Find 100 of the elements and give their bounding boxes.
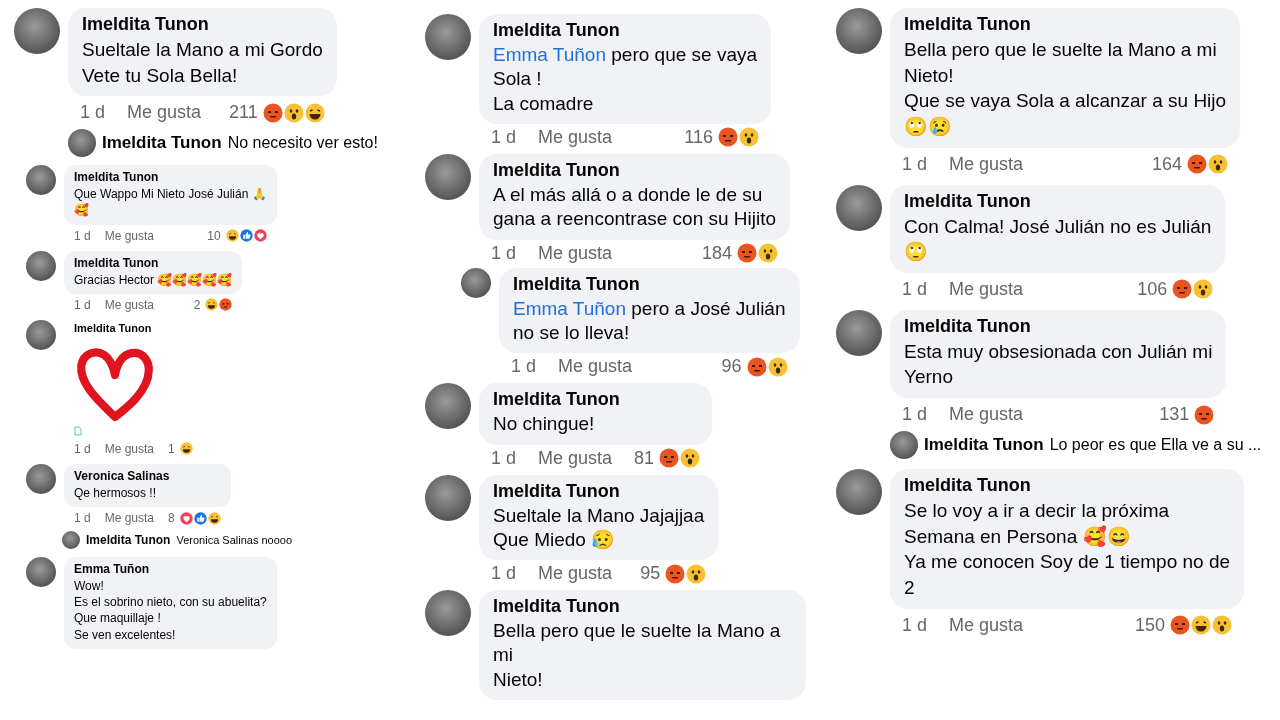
mention-link[interactable]: Emma Tuñon <box>493 44 606 65</box>
timestamp: 1 d <box>74 511 91 526</box>
profile-photo[interactable] <box>836 8 882 54</box>
commenter-name[interactable]: Imeldita Tunon <box>904 14 1227 35</box>
like-link[interactable]: Me gusta <box>558 356 633 378</box>
comment-text: Con Calma! José Julián no es Julián 🙄 <box>904 214 1212 265</box>
like-link[interactable]: Me gusta <box>949 153 1024 175</box>
commenter-name[interactable]: Imeldita Tunon <box>513 273 786 295</box>
like-link[interactable]: Me gusta <box>104 441 155 456</box>
reply-text: Veronica Salinas noooo <box>176 534 293 547</box>
angry-face-icon <box>659 448 680 468</box>
angry-face-icon <box>737 243 758 264</box>
commenter-name[interactable]: Imeldita Tunon <box>904 190 1212 212</box>
comment-text: Emma Tuñon pero a José Julián no se lo lleva! <box>513 296 786 345</box>
mention-link[interactable]: Emma Tuñon <box>513 297 626 319</box>
profile-photo[interactable] <box>425 383 471 430</box>
profile-photo[interactable] <box>26 165 56 196</box>
comment-text: Qe hermosos !! <box>74 484 158 502</box>
like-link[interactable]: Me gusta <box>538 447 613 469</box>
like-link[interactable]: Me gusta <box>104 228 155 243</box>
angry-face-icon <box>746 356 767 377</box>
comment-text: No chingue! <box>493 412 596 437</box>
like-link[interactable]: Me gusta <box>538 242 613 264</box>
reaction-count: 131 <box>1159 404 1190 426</box>
surprised-face-icon <box>758 243 779 264</box>
profile-photo[interactable] <box>425 14 471 60</box>
commenter-name[interactable]: Imeldita Tunon <box>904 475 1231 497</box>
commenter-name[interactable]: Imeldita Tunon <box>493 20 758 41</box>
profile-photo[interactable] <box>425 590 471 637</box>
timestamp: 1 d <box>902 614 928 636</box>
laughing-face-icon <box>205 298 219 312</box>
surprised-face-icon <box>686 563 707 584</box>
thumbs-up-icon <box>239 229 253 243</box>
angry-face-icon <box>1187 154 1208 175</box>
commenter-name[interactable]: Imeldita Tunon <box>82 14 323 35</box>
like-link[interactable]: Me gusta <box>127 102 202 124</box>
commenter-name[interactable]: Imeldita Tunon <box>904 315 1213 337</box>
timestamp: 1 d <box>80 102 106 124</box>
commenter-name[interactable]: Imeldita Tunon <box>74 321 152 334</box>
comment-text: Gracias Hector 🥰🥰🥰🥰🥰 <box>74 271 233 288</box>
like-link[interactable]: Me gusta <box>104 297 155 312</box>
like-link[interactable]: Me gusta <box>949 614 1024 636</box>
like-link[interactable]: Me gusta <box>538 563 613 585</box>
reaction-count: 96 <box>721 356 742 378</box>
surprised-face-icon <box>739 127 760 148</box>
profile-photo[interactable] <box>26 463 56 494</box>
commenter-name[interactable]: Imeldita Tunon <box>493 389 699 411</box>
comment-text: Bella pero que le suelte la Mano a mi Nieto! <box>493 619 782 692</box>
angry-face-icon <box>718 127 739 148</box>
commenter-name[interactable]: Veronica Salinas <box>74 468 221 483</box>
angry-face-icon <box>1172 279 1193 300</box>
timestamp: 1 d <box>491 126 517 148</box>
angry-face-icon <box>1194 404 1215 425</box>
reaction-count: 10 <box>207 228 221 243</box>
comment-text: Emma Tuñon pero que se vaya Sola ! La comadre <box>493 43 758 116</box>
surprised-face-icon <box>767 356 788 377</box>
reaction-count: 164 <box>1152 153 1183 175</box>
commenter-name[interactable]: Imeldita Tunon <box>102 133 222 154</box>
commenter-name[interactable]: Imeldita Tunon <box>924 435 1044 456</box>
profile-photo[interactable] <box>461 267 491 298</box>
profile-photo[interactable] <box>836 469 882 516</box>
commenter-name[interactable]: Imeldita Tunon <box>493 480 705 502</box>
surprised-face-icon <box>283 102 304 123</box>
commenter-name[interactable]: Imeldita Tunon <box>74 170 267 185</box>
timestamp: 1 d <box>491 563 517 585</box>
profile-photo[interactable] <box>26 250 56 281</box>
laughing-face-icon <box>225 229 239 243</box>
angry-face-icon <box>665 563 686 584</box>
comment-text: Se lo voy a ir a decir la próxima Semana en Persona 🥰😄 Ya me conocen Soy de 1 tiempo no de 2 <box>904 499 1231 601</box>
comment-text: Esta muy obsesionada con Julián mi Yerno <box>904 339 1213 390</box>
profile-photo[interactable] <box>62 531 80 550</box>
profile-photo[interactable] <box>836 309 882 356</box>
like-link[interactable]: Me gusta <box>949 404 1024 426</box>
profile-photo[interactable] <box>890 431 918 460</box>
like-link[interactable]: Me gusta <box>104 511 155 526</box>
commenter-name[interactable]: Imeldita Tunon <box>86 533 171 548</box>
profile-photo[interactable] <box>68 129 96 158</box>
profile-photo[interactable] <box>14 8 60 54</box>
profile-photo[interactable] <box>425 153 471 200</box>
like-link[interactable]: Me gusta <box>538 126 613 148</box>
profile-photo[interactable] <box>26 319 56 350</box>
profile-photo[interactable] <box>26 557 56 588</box>
reaction-count: 8 <box>168 511 175 526</box>
commenter-name[interactable]: Emma Tuñon <box>74 562 267 577</box>
profile-photo[interactable] <box>836 184 882 231</box>
comment-text: Sueltale la Mano Jajajjaa Que Miedo 😥 <box>493 503 705 552</box>
timestamp: 1 d <box>491 447 517 469</box>
profile-photo[interactable] <box>425 474 471 521</box>
timestamp: 1 d <box>902 404 928 426</box>
reaction-count: 150 <box>1135 614 1166 636</box>
commenter-name[interactable]: Imeldita Tunon <box>74 255 233 270</box>
commenter-name[interactable]: Imeldita Tunon <box>493 596 792 618</box>
reply-text: Lo peor es que Ella ve a su ... <box>1049 436 1262 455</box>
laughing-face-icon <box>304 102 325 123</box>
commenter-name[interactable]: Imeldita Tunon <box>493 159 777 181</box>
like-link[interactable]: Me gusta <box>949 278 1024 300</box>
laughing-face-icon <box>179 442 193 456</box>
reaction-count: 106 <box>1137 278 1168 300</box>
comment-text: Wow! Es el sobrino nieto, con su abuelita? Que maquillaje ! Se ven excelentes! <box>74 578 267 643</box>
timestamp: 1 d <box>74 297 91 312</box>
